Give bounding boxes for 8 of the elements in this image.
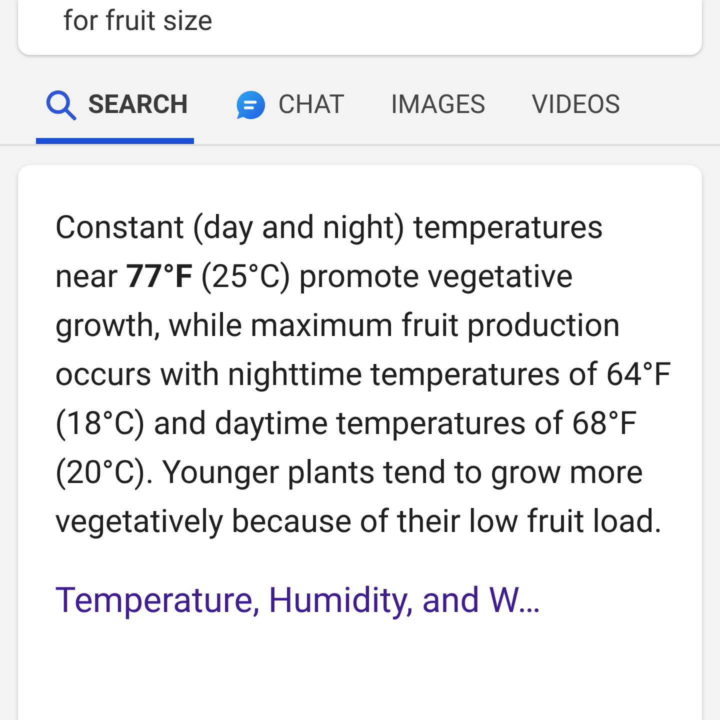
query-text: for fruit size — [63, 3, 212, 38]
tab[interactable]: VIDEOS — [523, 55, 626, 144]
search-icon — [44, 88, 78, 122]
answer-text: Constant (day and night) temperatures near 77°F (25°C) promote vegetative growth, while maximum fruit production occurs with nighttime temperatures of 64°F (18°C) and daytime temperatures of 68°F (20°C). Younger plants tend to grow more vegetatively because of their low fruit load. — [55, 207, 672, 542]
tab[interactable]: CHAT — [226, 55, 351, 144]
result-link[interactable]: Temperature, Humidity, and W… — [55, 580, 672, 621]
tab[interactable]: SEARCH — [36, 55, 194, 144]
tab[interactable]: IMAGES — [382, 55, 492, 144]
